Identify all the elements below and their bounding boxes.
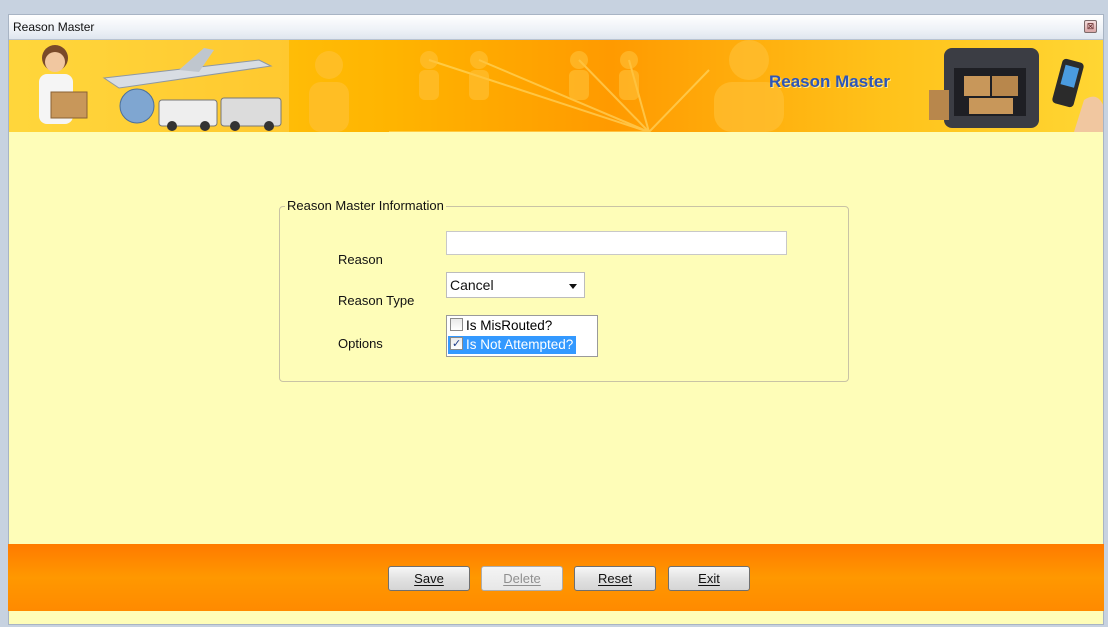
option-label: Is Not Attempted?	[466, 337, 574, 352]
option-is-misrouted[interactable]: Is MisRouted?	[448, 317, 555, 335]
checkmark-icon: ✓	[452, 338, 462, 350]
group-title: Reason Master Information	[285, 198, 446, 213]
delete-button[interactable]: Delete	[481, 566, 563, 591]
exit-button[interactable]: Exit	[668, 566, 750, 591]
reason-type-label: Reason Type	[338, 293, 415, 308]
banner-artwork	[9, 40, 1103, 132]
checkbox-icon[interactable]: ✓	[450, 337, 463, 350]
options-checklist[interactable]: Is MisRouted? ✓ Is Not Attempted?	[446, 315, 598, 357]
window-title: Reason Master	[13, 20, 95, 34]
reason-type-select[interactable]: Cancel	[446, 272, 585, 298]
banner-title: Reason Master	[769, 72, 890, 91]
save-button[interactable]: Save	[388, 566, 470, 591]
option-is-not-attempted[interactable]: ✓ Is Not Attempted?	[448, 336, 577, 354]
reason-label: Reason	[338, 252, 383, 267]
options-label: Options	[338, 336, 383, 351]
option-label: Is MisRouted?	[466, 318, 553, 333]
header-banner: Reason Master	[9, 40, 1103, 132]
banner-van-image	[929, 48, 1103, 132]
title-bar: Reason Master ⊠	[9, 15, 1103, 40]
reset-button[interactable]: Reset	[574, 566, 656, 591]
close-icon[interactable]: ⊠	[1084, 20, 1097, 33]
reason-type-value: Cancel	[450, 277, 494, 293]
banner-logistics-image	[9, 40, 289, 132]
reason-input[interactable]	[446, 231, 787, 255]
checkbox-icon[interactable]	[450, 318, 463, 331]
banner-people-silhouettes	[309, 40, 784, 132]
dropdown-arrow-icon[interactable]	[569, 284, 577, 289]
